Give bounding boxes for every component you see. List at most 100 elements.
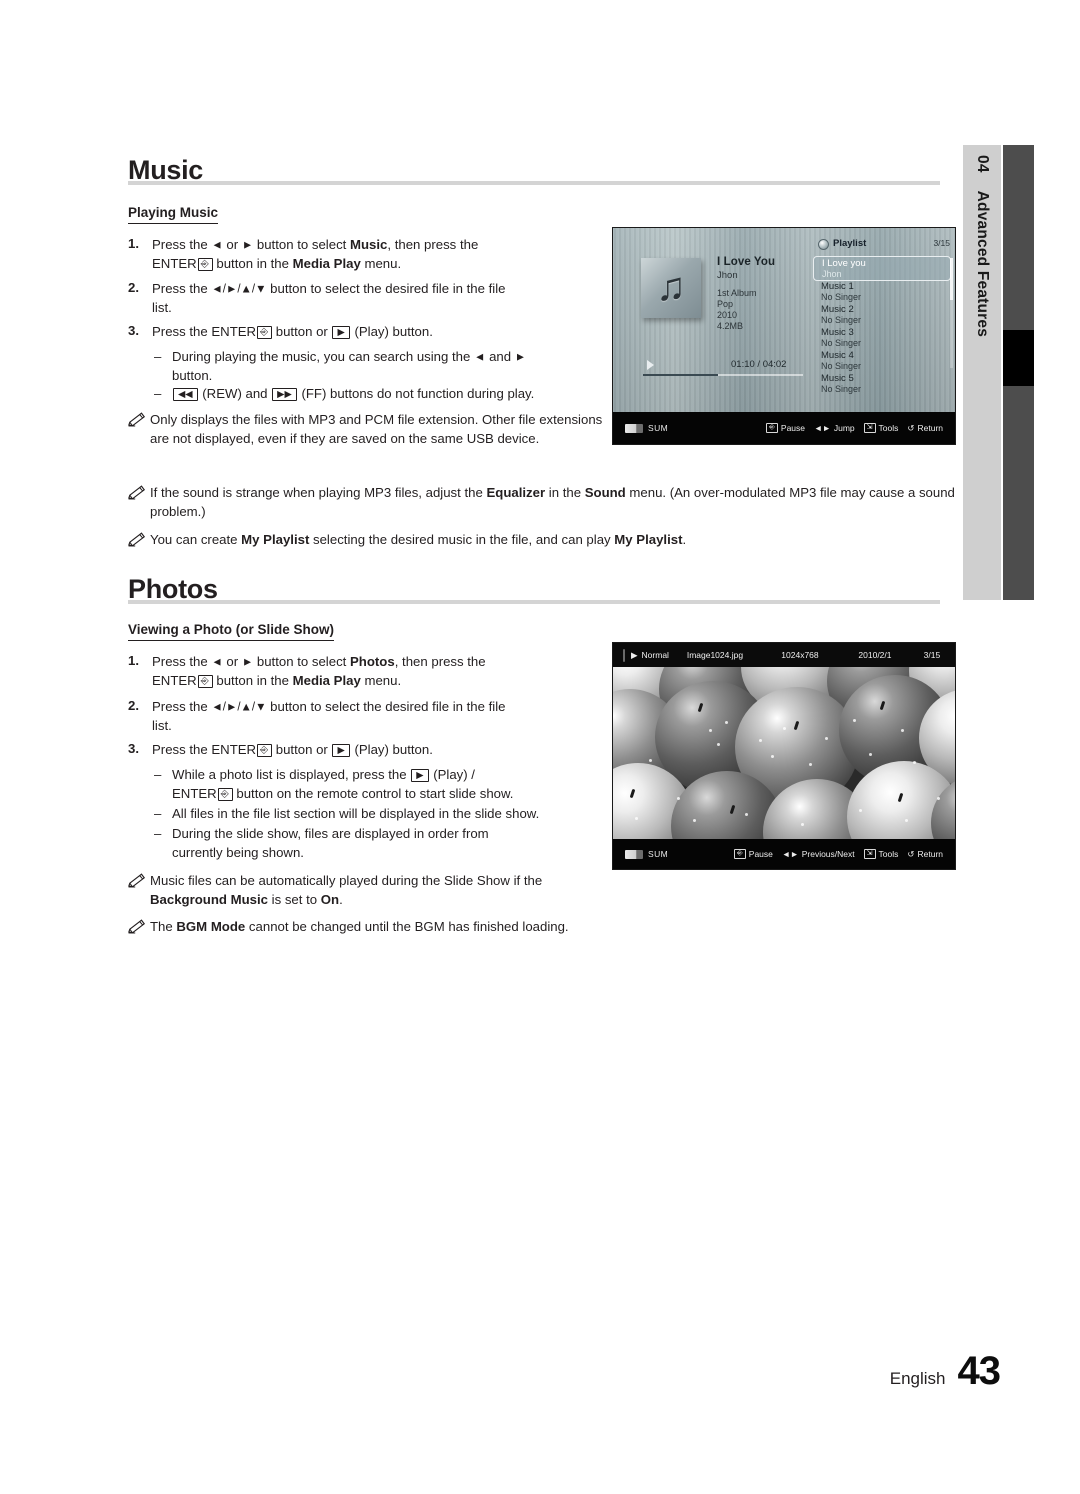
photos-note-2: The BGM Mode cannot be changed until the…	[128, 918, 603, 937]
photos-bullet3-text-a: During the slide show, files are display…	[172, 826, 489, 841]
chapter-tab-label: 04 Advanced Features	[963, 145, 1001, 600]
playlist-item-title: Music 5	[821, 373, 854, 384]
music-note-2: If the sound is strange when playing MP3…	[128, 484, 958, 521]
toolbar-action-label: Pause	[780, 423, 806, 433]
playlist-item-singer: No Singer	[821, 338, 862, 348]
playlist-item[interactable]: Music 2 No Singer	[813, 304, 951, 327]
playlist-scrollbar[interactable]	[950, 258, 953, 368]
dash-marker: –	[154, 767, 162, 782]
playlist-item[interactable]: Music 3 No Singer	[813, 327, 951, 350]
playlist-item[interactable]: Music 4 No Singer	[813, 350, 951, 373]
music-step-1: Press the ◄ or ► button to select Music,…	[152, 236, 600, 274]
dash-marker: –	[154, 826, 162, 841]
music-player-screenshot: ♫ I Love You Jhon 1st Album Pop 2010 4.2…	[612, 227, 956, 445]
photo-info-bar: ▶ Normal Image1024.jpg 1024x768 2010/2/1…	[613, 643, 955, 667]
playlist-label: Playlist	[833, 238, 867, 249]
photo-bottom-toolbar: SUM ⎆ Pause ◄► Previous/Next ⇲ Tools ↺ R…	[613, 839, 955, 869]
toolbar-action-tools[interactable]: ⇲ Tools	[863, 423, 899, 433]
photos-step1-text-a: Press the	[152, 654, 212, 669]
music-player-body: ♫ I Love You Jhon 1st Album Pop 2010 4.2…	[613, 228, 955, 412]
music-step-2: Press the ◄/►/▲/▼ button to select the d…	[152, 280, 600, 318]
right-arrow-icon: ►	[514, 351, 527, 364]
photo-filename: Image1024.jpg	[686, 650, 744, 660]
toolbar-action-jump[interactable]: ◄► Jump	[814, 423, 855, 433]
photos-note2-text-b: cannot be changed until the BGM has fini…	[245, 919, 569, 934]
heading-rule-music	[128, 181, 940, 185]
music-bullet1-text-c: button.	[172, 368, 213, 384]
play-state-icon	[647, 360, 654, 370]
toolbar-action-pause[interactable]: ⎆ Pause	[734, 849, 773, 859]
left-right-arrow-icon: ◄►	[814, 423, 831, 433]
now-playing-title: I Love You	[717, 256, 776, 268]
music-step-3-number: 3.	[128, 323, 139, 338]
music-step-2-number: 2.	[128, 280, 139, 295]
photos-step-1: Press the ◄ or ► button to select Photos…	[152, 653, 600, 691]
playlist-header: Playlist 3/15	[818, 238, 950, 252]
toolbar-action-label: Tools	[878, 423, 899, 433]
photos-bullet1-text-c: button on the remote control to start sl…	[232, 785, 514, 801]
photos-note2-text-a: The	[150, 919, 177, 934]
playlist-item[interactable]: Music 5 No Singer	[813, 373, 951, 396]
music-step3-text-b: button or	[272, 324, 332, 339]
photo-viewer-screenshot: ▶ Normal Image1024.jpg 1024x768 2010/2/1…	[612, 642, 956, 870]
footer-page-number: 43	[957, 1349, 1001, 1393]
photos-step3-text-a: Press the ENTER	[152, 742, 257, 757]
pencil-note-icon	[128, 412, 146, 427]
photos-step1-text-d: , then press the	[394, 654, 486, 669]
photos-bullet2-text: All files in the file list section will …	[172, 806, 540, 821]
playlist-item-title: Music 2	[821, 304, 854, 315]
toolbar-action-label: Return	[917, 423, 943, 433]
toolbar-action-pause[interactable]: ⎆ Pause	[766, 423, 805, 433]
photos-step-1-number: 1.	[128, 653, 139, 668]
music-note-3: You can create My Playlist selecting the…	[128, 531, 958, 550]
usb-device-icon	[625, 423, 643, 433]
photos-note1-bgm: Background Music	[150, 891, 268, 907]
playlist-item-singer: No Singer	[821, 315, 862, 325]
playlist-item[interactable]: Music 1 No Singer	[813, 281, 951, 304]
photos-note-1: Music files can be automatically played …	[128, 872, 603, 909]
manual-page: 04 Advanced Features Music Playing Music…	[0, 0, 1080, 1494]
meta-filesize: 4.2MB	[717, 321, 744, 331]
tools-key-icon: ⇲	[863, 423, 876, 433]
playlist-item-selected[interactable]: I Love you Jhon	[813, 256, 951, 281]
photo-thumbnail-icon	[623, 648, 625, 662]
photo-source-label: SUM	[648, 849, 669, 859]
chapter-index-active-marker	[1003, 330, 1034, 386]
photo-info-fields: Image1024.jpg 1024x768 2010/2/1 3/15	[669, 650, 953, 660]
photos-step2-text-b: button to select the desired file in the…	[266, 699, 506, 714]
photos-bullet-2: – All files in the file list section will…	[154, 805, 602, 824]
music-note3-text-c: .	[682, 532, 687, 547]
music-step3-text-c: (Play) button.	[350, 324, 433, 339]
subheading-viewing-photo: Viewing a Photo (or Slide Show)	[128, 622, 335, 641]
toolbar-action-return[interactable]: ↺ Return	[907, 849, 943, 860]
playback-row: 01:10 / 04:02	[643, 359, 823, 376]
toolbar-action-label: Pause	[748, 849, 773, 859]
playlist-item-singer: Jhon	[822, 269, 842, 279]
enter-key-icon: ⎆	[766, 423, 778, 433]
music-bottom-toolbar: SUM ⎆ Pause ◄► Jump ⇲ Tools ↺ Return	[613, 412, 955, 444]
photos-step2-text-a: Press the	[152, 699, 212, 714]
toolbar-action-return[interactable]: ↺ Return	[907, 423, 943, 434]
playlist-list[interactable]: I Love you Jhon Music 1 No Singer Music …	[813, 256, 951, 396]
enter-key-icon: ⎆	[197, 675, 213, 689]
slideshow-mode[interactable]: ▶ Normal	[631, 650, 669, 661]
progress-bar[interactable]	[643, 374, 803, 376]
music-step2-text-a: Press the	[152, 281, 212, 296]
enter-key-icon: ⎆	[257, 744, 273, 757]
photos-note1-text-a: Music files can be automatically played …	[150, 873, 543, 888]
photos-note1-text-b: is set to	[267, 891, 321, 907]
enter-key-icon: ⎆	[734, 849, 746, 859]
toolbar-action-tools[interactable]: ⇲ Tools	[863, 849, 898, 859]
music-step1-menu: Media Play	[292, 256, 361, 272]
photos-step-2-number: 2.	[128, 698, 139, 713]
music-step1-text-d: , then press the	[387, 237, 479, 252]
music-step1-text-e: button in the	[212, 256, 293, 272]
toolbar-action-previous-next[interactable]: ◄► Previous/Next	[782, 849, 855, 859]
meta-genre: Pop	[717, 299, 734, 309]
play-key-icon: ▶	[332, 326, 350, 339]
tools-key-icon: ⇲	[863, 849, 876, 859]
chapter-tab: 04 Advanced Features	[963, 145, 1001, 600]
photos-bullet1-text-a: While a photo list is displayed, press t…	[172, 767, 411, 782]
left-right-arrow-icon: ◄►	[781, 849, 799, 859]
music-step1-text-b: or	[222, 237, 242, 252]
